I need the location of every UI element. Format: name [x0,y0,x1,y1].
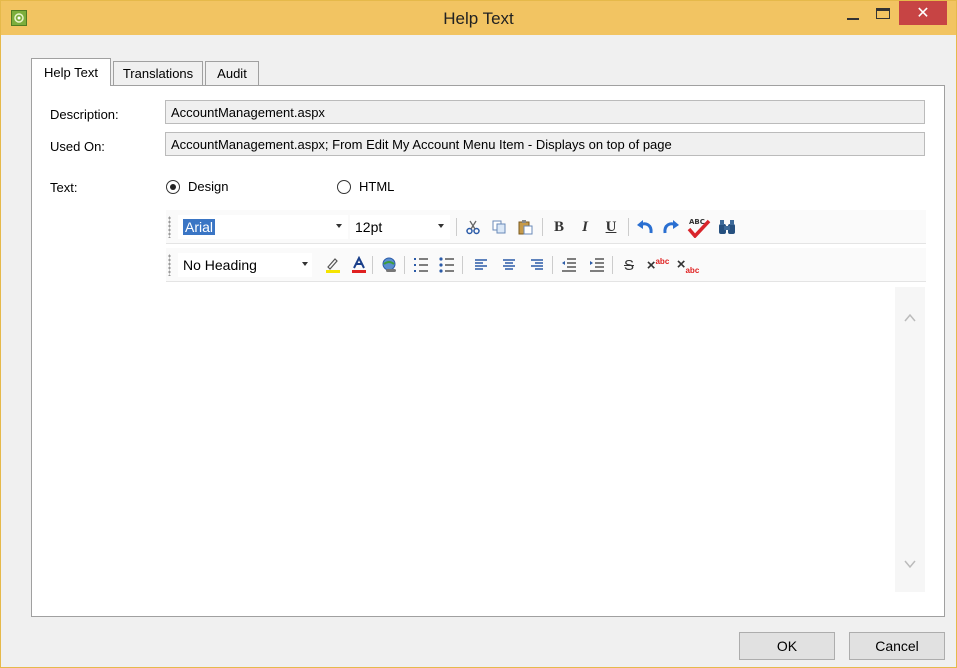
close-button[interactable]: ✕ [899,1,947,25]
chevron-down-icon [336,224,342,228]
strikethrough-button[interactable]: S [618,254,640,276]
spellcheck-icon: ABC [687,218,711,238]
subscript-button[interactable]: ×abc [674,254,702,276]
redo-button[interactable] [660,216,682,238]
undo-icon [637,220,653,234]
align-right-icon [531,259,543,270]
used-on-field[interactable]: AccountManagement.aspx; From Edit My Acc… [165,132,925,156]
superscript-icon: ×abc [646,256,670,274]
font-color-button[interactable] [348,254,370,276]
font-size-select[interactable]: 12pt [350,215,450,239]
indent-icon [590,258,604,272]
rich-text-editor[interactable] [166,289,926,592]
formatting-toolbar-1: Arial 12pt B I U ABC [166,210,926,244]
toolbar-separator [456,218,457,236]
description-label: Description: [50,107,119,122]
close-icon: ✕ [916,5,930,22]
ok-button[interactable]: OK [739,632,835,660]
editor-vertical-scrollbar[interactable] [895,287,925,592]
title-bar[interactable]: Help Text ✕ [1,1,956,35]
heading-value: No Heading [183,257,257,273]
design-radio-label[interactable]: Design [188,179,228,194]
cut-icon [466,220,480,235]
toolbar-separator [542,218,543,236]
heading-select[interactable]: No Heading [178,253,312,277]
underline-button[interactable]: U [600,216,622,238]
toolbar-separator [462,256,463,274]
superscript-label: abc [655,256,670,266]
spellcheck-label: ABC [689,218,705,226]
toolbar-separator [628,218,629,236]
hyperlink-icon [382,257,396,272]
paste-button[interactable] [514,216,536,238]
font-family-value: Arial [183,219,216,235]
indent-button[interactable] [586,254,608,276]
numbered-list-button[interactable] [410,254,432,276]
superscript-button[interactable]: ×abc [644,254,672,276]
italic-icon: I [582,218,588,235]
align-center-icon [503,259,515,270]
html-radio[interactable] [337,180,351,194]
bold-button[interactable]: B [548,216,570,238]
tab-audit[interactable]: Audit [205,61,259,85]
align-left-button[interactable] [470,254,492,276]
scroll-up-icon[interactable] [903,311,917,325]
minimize-button[interactable] [839,1,867,27]
html-radio-label[interactable]: HTML [359,179,394,194]
outdent-icon [562,258,576,272]
strikethrough-icon: S [623,256,634,274]
find-icon [719,220,735,234]
help-text-panel: Description: AccountManagement.aspx Used… [31,85,945,617]
align-center-button[interactable] [498,254,520,276]
redo-icon [663,220,679,234]
paste-icon [518,220,533,235]
design-radio[interactable] [166,180,180,194]
toolbar-separator [372,256,373,274]
description-field[interactable]: AccountManagement.aspx [165,100,925,124]
highlight-button[interactable] [322,254,344,276]
text-label: Text: [50,180,78,195]
tab-help-text[interactable]: Help Text [31,58,111,86]
bold-icon: B [553,218,564,235]
spellcheck-button[interactable]: ABC [686,216,712,238]
numbered-list-icon [414,258,428,272]
help-text-dialog: Help Text ✕ Help Text Translations Audit… [0,0,957,668]
minimize-icon [847,18,859,20]
window-title: Help Text [443,9,514,28]
font-size-value: 12pt [355,219,383,235]
subscript-icon: ×abc [676,255,700,275]
radio-selected-dot [170,184,176,190]
subscript-label: abc [685,265,700,275]
chevron-down-icon [438,224,444,228]
underline-icon: U [605,218,617,235]
formatting-toolbar-2: No Heading S ×abc ×abc [166,248,926,282]
toolbar-separator [552,256,553,274]
align-left-icon [475,259,487,270]
font-family-select[interactable]: Arial [178,215,348,239]
undo-button[interactable] [634,216,656,238]
toolbar-grip[interactable] [168,254,171,276]
scroll-down-icon[interactable] [903,557,917,571]
cancel-button[interactable]: Cancel [849,632,945,660]
highlight-icon [326,258,340,273]
toolbar-grip[interactable] [168,216,171,238]
bullet-list-button[interactable] [436,254,458,276]
cut-button[interactable] [462,216,484,238]
find-button[interactable] [716,216,738,238]
used-on-label: Used On: [50,139,105,154]
tab-translations[interactable]: Translations [113,61,203,85]
bullet-list-icon [439,257,454,273]
align-right-button[interactable] [526,254,548,276]
font-color-icon [352,256,366,273]
toolbar-separator [404,256,405,274]
maximize-button[interactable] [869,1,897,27]
toolbar-separator [612,256,613,274]
maximize-icon [876,8,890,19]
copy-icon [492,220,506,234]
italic-button[interactable]: I [574,216,596,238]
hyperlink-button[interactable] [378,254,400,276]
copy-button[interactable] [488,216,510,238]
outdent-button[interactable] [558,254,580,276]
chevron-down-icon [302,262,308,266]
